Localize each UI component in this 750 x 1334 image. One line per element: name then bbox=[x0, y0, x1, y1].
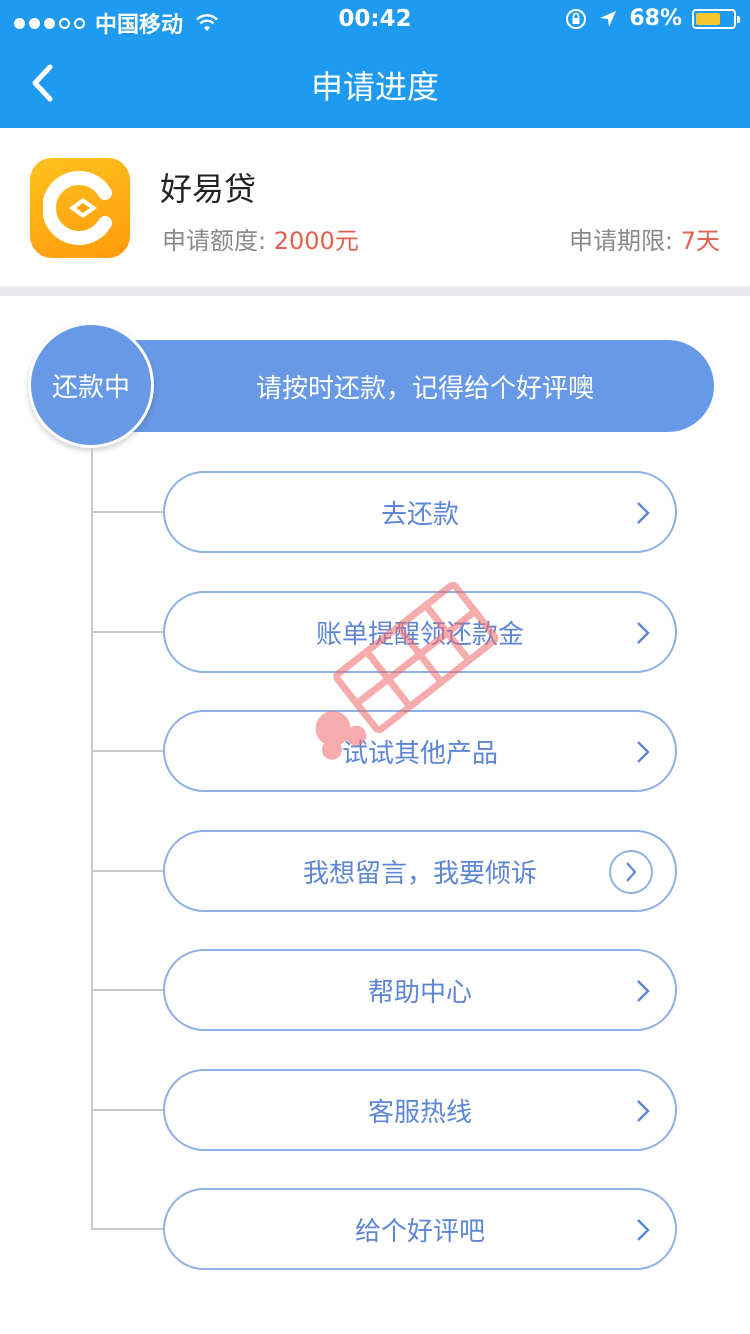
tree-connector-line bbox=[91, 448, 93, 1230]
page-title: 申请进度 bbox=[310, 68, 439, 106]
product-card: 好易贷 申请额度: 2000元 申请期限: 7天 bbox=[0, 128, 750, 288]
customer-service-hotline-button[interactable]: 客服热线 bbox=[163, 1069, 677, 1151]
tree-branch bbox=[91, 1109, 165, 1111]
product-name: 好易贷 bbox=[160, 170, 257, 208]
tree-branch bbox=[91, 989, 165, 991]
chevron-right-icon bbox=[637, 1100, 650, 1122]
status-bar: 中国移动 00:42 68% bbox=[0, 0, 750, 40]
header-bar: 中国移动 00:42 68% 申请进度 bbox=[0, 0, 750, 128]
battery-icon bbox=[692, 8, 740, 29]
app-logo-icon bbox=[30, 158, 130, 258]
go-repay-button[interactable]: 去还款 bbox=[163, 471, 677, 553]
chevron-right-icon bbox=[637, 741, 650, 763]
tree-branch bbox=[91, 511, 165, 513]
status-badge-label: 还款中 bbox=[51, 372, 130, 403]
navigation-bar: 申请进度 bbox=[0, 40, 750, 128]
rotation-lock-icon bbox=[566, 8, 587, 29]
bill-reminder-button[interactable]: 账单提醒领还款金 bbox=[163, 591, 677, 673]
tree-branch bbox=[91, 631, 165, 633]
battery-percent: 68% bbox=[629, 6, 682, 31]
chevron-right-icon bbox=[637, 622, 650, 644]
apply-term-value: 7天 bbox=[680, 227, 720, 255]
apply-amount: 申请额度: 2000元 bbox=[162, 227, 359, 255]
status-banner: 请按时还款，记得给个好评噢 bbox=[86, 340, 714, 432]
tree-branch bbox=[91, 870, 165, 872]
section-divider bbox=[0, 286, 750, 296]
apply-term: 申请期限: 7天 bbox=[568, 227, 720, 255]
tree-branch bbox=[91, 1228, 165, 1230]
chevron-right-icon bbox=[637, 502, 650, 524]
help-center-button[interactable]: 帮助中心 bbox=[163, 949, 677, 1031]
chevron-right-icon bbox=[637, 980, 650, 1002]
chevron-right-icon bbox=[637, 1219, 650, 1241]
status-badge: 还款中 bbox=[28, 322, 154, 448]
status-message: 请按时还款，记得给个好评噢 bbox=[255, 374, 594, 404]
tree-branch bbox=[91, 750, 165, 752]
leave-message-button[interactable]: 我想留言，我要倾诉 bbox=[163, 830, 677, 912]
try-other-products-button[interactable]: 试试其他产品 bbox=[163, 710, 677, 792]
apply-amount-value: 2000元 bbox=[273, 227, 359, 255]
chevron-circle-icon bbox=[609, 850, 653, 894]
location-arrow-icon bbox=[600, 10, 617, 27]
give-rating-button[interactable]: 给个好评吧 bbox=[163, 1188, 677, 1270]
